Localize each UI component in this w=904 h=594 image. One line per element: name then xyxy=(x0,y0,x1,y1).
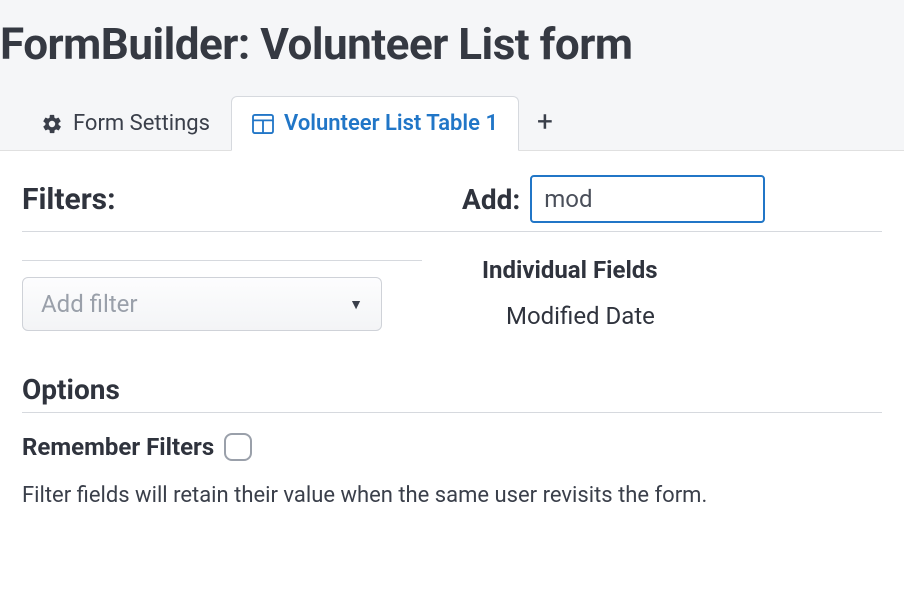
remember-filters-label: Remember Filters xyxy=(22,433,214,461)
tab-volunteer-list-table[interactable]: Volunteer List Table 1 xyxy=(231,96,519,151)
header-bar: FormBuilder: Volunteer List form xyxy=(0,0,904,94)
dropdown-item-modified-date[interactable]: Modified Date xyxy=(482,302,882,330)
gear-icon xyxy=(41,113,63,135)
chevron-down-icon: ▼ xyxy=(349,296,363,313)
add-label: Add: xyxy=(462,183,520,216)
add-field-input[interactable] xyxy=(530,175,765,223)
filters-left-column: Add filter ▼ xyxy=(22,260,422,331)
filters-body: Add filter ▼ Individual Fields Modified … xyxy=(22,260,882,331)
filters-header-row: Filters: Add: xyxy=(22,175,882,232)
remember-filters-help-text: Filter fields will retain their value wh… xyxy=(22,483,882,508)
tab-bar: Form Settings Volunteer List Table 1 + xyxy=(0,94,904,151)
add-filter-placeholder: Add filter xyxy=(41,290,138,318)
options-section: Options Remember Filters Filter fields w… xyxy=(22,373,882,508)
filters-heading: Filters: xyxy=(22,182,462,217)
tab-form-settings[interactable]: Form Settings xyxy=(20,96,231,150)
page-title: FormBuilder: Volunteer List form xyxy=(0,18,904,70)
add-field-section: Add: xyxy=(462,175,765,223)
options-heading: Options xyxy=(22,373,882,413)
remember-filters-row: Remember Filters xyxy=(22,433,882,461)
plus-icon: + xyxy=(537,108,553,136)
dropdown-group-header: Individual Fields xyxy=(482,256,882,284)
tab-add-button[interactable]: + xyxy=(519,94,571,150)
autocomplete-dropdown: Individual Fields Modified Date xyxy=(482,260,882,330)
tab-label: Form Settings xyxy=(73,111,210,136)
divider xyxy=(22,260,422,261)
remember-filters-checkbox[interactable] xyxy=(224,433,252,461)
add-filter-dropdown[interactable]: Add filter ▼ xyxy=(22,277,382,331)
content-area: Filters: Add: Add filter ▼ Individual Fi… xyxy=(0,151,904,508)
table-icon xyxy=(252,114,274,134)
tab-label: Volunteer List Table 1 xyxy=(284,111,498,136)
